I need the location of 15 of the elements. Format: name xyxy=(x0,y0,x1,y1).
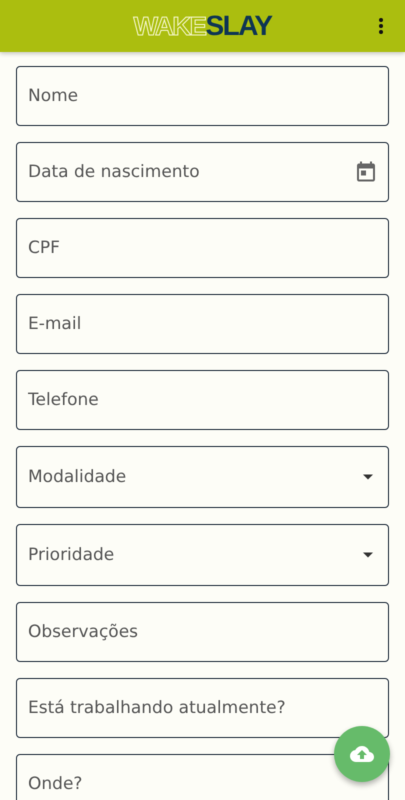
input-field[interactable]: E-mail xyxy=(16,294,389,354)
input-field[interactable]: Está trabalhando atualmente? xyxy=(16,678,389,738)
input-field[interactable]: CPF xyxy=(16,218,389,278)
dropdown-arrow-icon xyxy=(363,552,373,558)
dropdown-field[interactable]: Modalidade xyxy=(16,446,389,508)
more-menu-icon[interactable] xyxy=(378,17,384,35)
input-field[interactable]: Onde? xyxy=(16,754,389,800)
dropdown-arrow-icon xyxy=(363,474,373,480)
date-field[interactable]: Data de nascimento xyxy=(16,142,389,202)
input-field[interactable]: Telefone xyxy=(16,370,389,430)
input-field[interactable]: Nome xyxy=(16,66,389,126)
input-field[interactable]: Observações xyxy=(16,602,389,662)
calendar-icon[interactable] xyxy=(357,162,375,182)
dropdown-field[interactable]: Prioridade xyxy=(16,524,389,586)
logo: WAKESLAY xyxy=(133,10,272,42)
